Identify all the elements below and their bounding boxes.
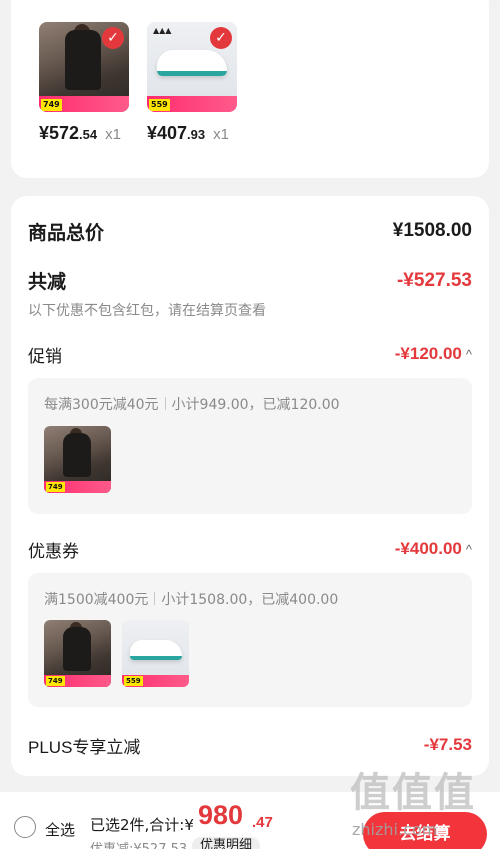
watermark-url: zhizhi.com [352, 820, 438, 839]
divider [164, 397, 166, 410]
select-all-label[interactable]: 全选 [45, 819, 75, 840]
total-price-label: 商品总价 [28, 222, 105, 244]
coupon-detail-box: 满1500减400元 小计1508.00，已减400.00 749 559 [28, 573, 472, 707]
promotion-detail-text: 每满300元减40元 小计949.00，已减120.00 [44, 394, 340, 414]
coupon-subtotal: 小计1508.00，已减400.00 [161, 592, 339, 608]
price-decimal: .54 [79, 127, 98, 142]
total-amount-integer: 980 [198, 800, 244, 830]
discount-detail-button[interactable]: 优惠明细 [192, 837, 261, 849]
promotion-product-thumb[interactable]: 749 [44, 426, 111, 493]
plus-discount-label: PLUS专享立减 [28, 738, 141, 757]
coupon-label: 优惠券 [28, 542, 79, 562]
coupon-toggle[interactable]: -¥400.00 ^ [395, 539, 472, 559]
chevron-up-icon: ^ [465, 542, 472, 557]
promotion-value: -¥120.00 [394, 344, 462, 363]
selected-count-label: 已选2件,合计:¥ [90, 816, 194, 834]
total-price-value: ¥1508.00 [392, 220, 472, 241]
shoe-figure [157, 50, 227, 76]
selected-products-card: ✓ 749 ▲▲▲ ✓ 559 ¥572.54 x1 ¥407.93 x1 [11, 0, 489, 178]
product-price-1: ¥572.54 x1 [39, 123, 121, 144]
promotion-rule: 每满300元减40元 [44, 397, 159, 413]
quantity: x1 [105, 126, 121, 143]
promo-price-tag: 559 [149, 99, 170, 111]
price-summary-card: 商品总价 ¥1508.00 共减 -¥527.53 以下优惠不包含红包，请在结算… [11, 196, 489, 776]
plus-discount-value: -¥7.53 [423, 735, 472, 754]
discount-note: 以下优惠不包含红包，请在结算页查看 [28, 303, 266, 319]
jacket-figure [63, 627, 91, 671]
product-price-2: ¥407.93 x1 [147, 123, 229, 144]
promo-price-tag: 749 [46, 482, 65, 492]
promotion-subtotal: 小计949.00，已减120.00 [171, 397, 340, 413]
product-image-shoe[interactable]: ▲▲▲ ✓ 559 [147, 22, 237, 112]
promo-price-tag: 559 [124, 676, 143, 686]
price-main: ¥572 [39, 123, 80, 143]
total-reduction-label: 共减 [28, 271, 67, 293]
promo-price-tag: 749 [41, 99, 62, 111]
coupon-product-thumb-jacket[interactable]: 749 [44, 620, 111, 687]
promotion-toggle[interactable]: -¥120.00 ^ [395, 344, 472, 364]
chevron-up-icon: ^ [465, 347, 472, 362]
discount-summary: 优惠减:¥527.53 [90, 838, 187, 849]
divider [154, 592, 156, 605]
check-icon[interactable]: ✓ [102, 27, 124, 49]
jacket-figure [63, 433, 91, 477]
total-reduction-value: -¥527.53 [396, 270, 472, 291]
coupon-product-thumb-shoe[interactable]: 559 [122, 620, 189, 687]
promotion-detail-box: 每满300元减40元 小计949.00，已减120.00 749 [28, 378, 472, 514]
coupon-value: -¥400.00 [394, 539, 462, 558]
promo-price-tag: 749 [46, 676, 65, 686]
product-image-jacket[interactable]: ✓ 749 [39, 22, 129, 112]
watermark: 值值值 [350, 770, 476, 816]
price-main: ¥407 [147, 123, 188, 143]
coupon-rule: 满1500减400元 [44, 592, 149, 608]
total-amount-decimal: .47 [252, 814, 273, 831]
adidas-logo-icon: ▲▲▲ [153, 26, 172, 35]
check-icon[interactable]: ✓ [210, 27, 232, 49]
shoe-figure [130, 640, 182, 660]
jacket-figure [65, 30, 101, 90]
quantity: x1 [213, 126, 229, 143]
price-decimal: .93 [187, 127, 206, 142]
promotion-label: 促销 [28, 347, 62, 367]
coupon-detail-text: 满1500减400元 小计1508.00，已减400.00 [44, 589, 338, 609]
select-all-radio[interactable] [14, 816, 36, 838]
